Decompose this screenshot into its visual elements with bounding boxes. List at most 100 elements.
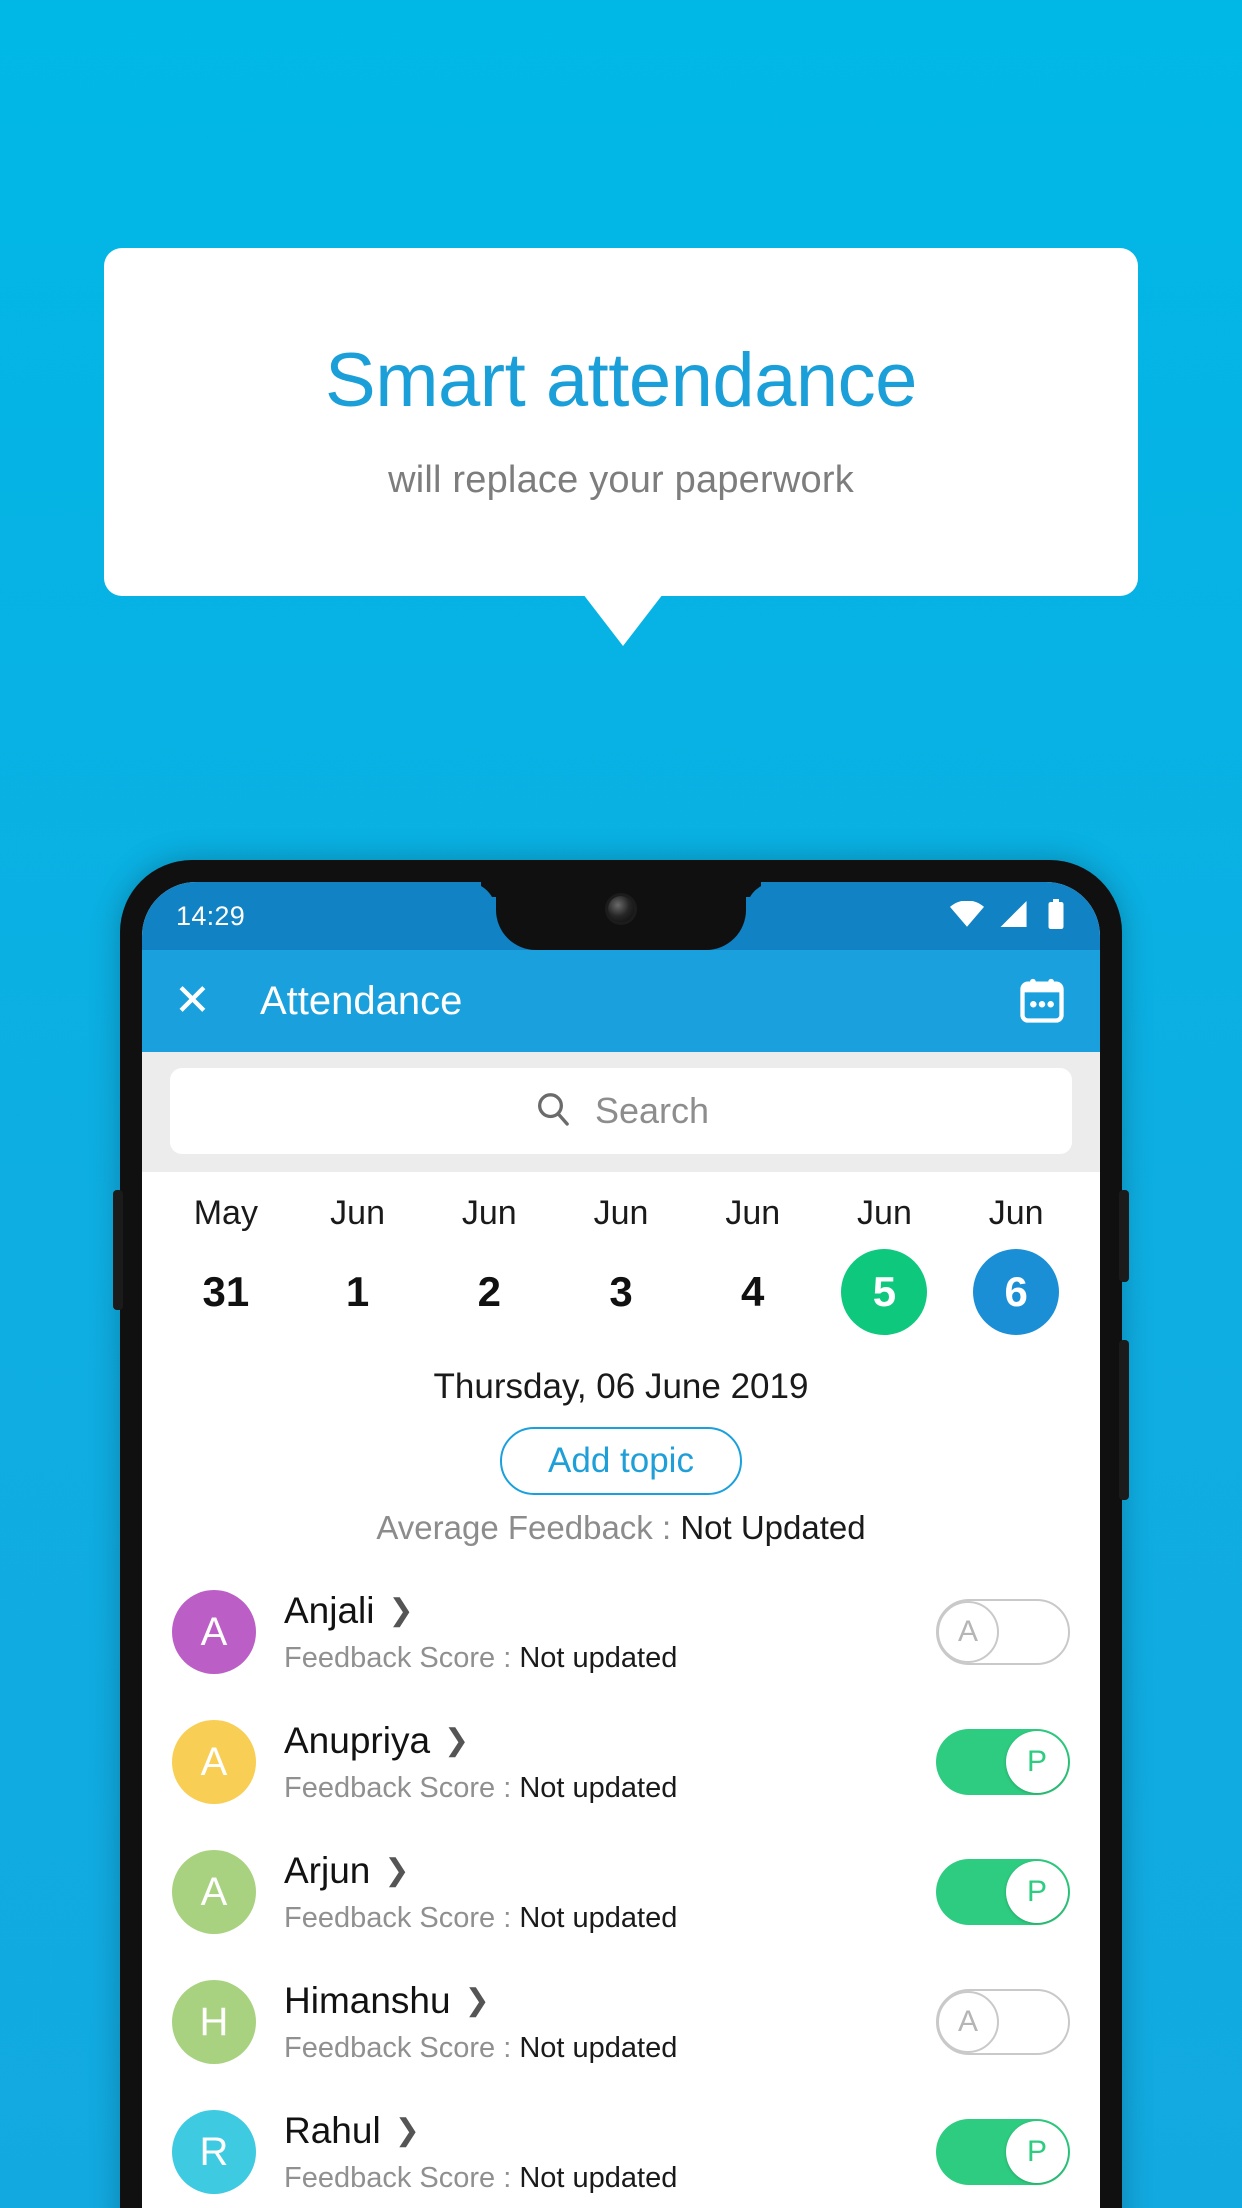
student-info: Anupriya ❯ Feedback Score : Not updated <box>256 1720 936 1805</box>
phone-mockup: 14:29 ✕ Attendance Search May 31 Jun 1 J… <box>113 860 1129 2208</box>
avatar: R <box>172 2110 256 2194</box>
battery-icon <box>1046 898 1066 934</box>
close-icon[interactable]: ✕ <box>174 979 232 1023</box>
promo-bubble-tail <box>583 594 663 646</box>
student-name-row[interactable]: Rahul ❯ <box>284 2110 936 2152</box>
search-input[interactable]: Search <box>170 1068 1072 1154</box>
student-name-row[interactable]: Anjali ❯ <box>284 1590 936 1632</box>
date-month: May <box>193 1194 258 1232</box>
feedback-score-label: Feedback Score : <box>284 2161 520 2194</box>
phone-notch <box>496 882 746 950</box>
date-cell[interactable]: Jun 1 <box>292 1194 424 1335</box>
feedback-score-value: Not updated <box>519 2031 678 2064</box>
wifi-icon <box>950 899 984 932</box>
list-item[interactable]: A Arjun ❯ Feedback Score : Not updated P <box>142 1827 1100 1957</box>
student-list: A Anjali ❯ Feedback Score : Not updated … <box>142 1567 1100 2208</box>
attendance-toggle[interactable]: P <box>936 2119 1070 2185</box>
student-name: Rahul <box>284 2109 381 2151</box>
feedback-score: Feedback Score : Not updated <box>284 1642 936 1675</box>
student-info: Himanshu ❯ Feedback Score : Not updated <box>256 1980 936 2065</box>
app-bar: ✕ Attendance <box>142 950 1100 1052</box>
attendance-toggle[interactable]: A <box>936 1599 1070 1665</box>
feedback-score-label: Feedback Score : <box>284 1901 520 1934</box>
chevron-right-icon[interactable]: ❯ <box>384 1855 409 1886</box>
status-icon-group <box>950 898 1066 934</box>
student-info: Anjali ❯ Feedback Score : Not updated <box>256 1590 936 1675</box>
volume-button <box>1119 1340 1129 1500</box>
feedback-score: Feedback Score : Not updated <box>284 1772 936 1805</box>
feedback-score-value: Not updated <box>519 1641 678 1674</box>
average-feedback-value: Not Updated <box>680 1509 866 1546</box>
student-name-row[interactable]: Arjun ❯ <box>284 1850 936 1892</box>
avatar: H <box>172 1980 256 2064</box>
date-strip: May 31 Jun 1 Jun 2 Jun 3 Jun 4 Jun 5 Jun… <box>142 1172 1100 1345</box>
attendance-toggle[interactable]: P <box>936 1859 1070 1925</box>
student-name: Himanshu <box>284 1979 451 2021</box>
list-item[interactable]: A Anjali ❯ Feedback Score : Not updated … <box>142 1567 1100 1697</box>
search-icon <box>533 1089 573 1134</box>
chevron-right-icon[interactable]: ❯ <box>465 1985 490 2016</box>
feedback-score-label: Feedback Score : <box>284 1641 520 1674</box>
attendance-toggle-knob: A <box>937 1601 999 1663</box>
student-info: Arjun ❯ Feedback Score : Not updated <box>256 1850 936 1935</box>
feedback-score-value: Not updated <box>519 1771 678 1804</box>
attendance-toggle[interactable]: P <box>936 1729 1070 1795</box>
chevron-right-icon[interactable]: ❯ <box>444 1725 469 1756</box>
avatar: A <box>172 1590 256 1674</box>
add-topic-container: Add topic <box>142 1407 1100 1509</box>
power-button <box>1119 1190 1129 1282</box>
date-day: 31 <box>202 1268 250 1315</box>
assistant-button <box>113 1190 123 1310</box>
student-info: Rahul ❯ Feedback Score : Not updated <box>256 2110 936 2195</box>
date-month: Jun <box>330 1194 385 1232</box>
feedback-score: Feedback Score : Not updated <box>284 2032 936 2065</box>
attendance-toggle-knob: P <box>1006 2121 1068 2183</box>
average-feedback: Average Feedback : Not Updated <box>142 1509 1100 1567</box>
date-month: Jun <box>593 1194 649 1232</box>
list-item[interactable]: R Rahul ❯ Feedback Score : Not updated P <box>142 2087 1100 2208</box>
date-month: Jun <box>857 1194 912 1232</box>
chevron-right-icon[interactable]: ❯ <box>389 1595 414 1626</box>
date-cell[interactable]: Jun 4 <box>687 1194 819 1335</box>
date-cell[interactable]: Jun 2 <box>423 1194 555 1335</box>
feedback-score-label: Feedback Score : <box>284 1771 520 1804</box>
chevron-right-icon[interactable]: ❯ <box>395 2115 420 2146</box>
search-placeholder: Search <box>594 1090 710 1131</box>
date-day: 4 <box>741 1268 765 1315</box>
front-camera <box>608 896 634 922</box>
attendance-toggle-knob: A <box>937 1991 999 2053</box>
student-name: Arjun <box>284 1849 371 1891</box>
feedback-score: Feedback Score : Not updated <box>284 1902 936 1935</box>
date-cell-selected[interactable]: Jun 6 <box>950 1194 1082 1335</box>
promo-bubble: Smart attendance will replace your paper… <box>104 248 1138 596</box>
date-cell[interactable]: Jun 5 <box>819 1194 951 1335</box>
avatar: A <box>172 1850 256 1934</box>
date-day: 5 <box>841 1249 928 1335</box>
calendar-icon[interactable] <box>1016 975 1068 1027</box>
student-name-row[interactable]: Himanshu ❯ <box>284 1980 936 2022</box>
attendance-toggle[interactable]: A <box>936 1989 1070 2055</box>
date-cell[interactable]: May 31 <box>160 1194 292 1335</box>
add-topic-button[interactable]: Add topic <box>500 1427 742 1495</box>
signal-icon <box>1000 900 1030 932</box>
student-name: Anupriya <box>284 1719 431 1761</box>
date-day: 3 <box>609 1268 633 1315</box>
list-item[interactable]: H Himanshu ❯ Feedback Score : Not update… <box>142 1957 1100 2087</box>
date-day: 1 <box>345 1268 370 1315</box>
phone-screen: 14:29 ✕ Attendance Search May 31 Jun 1 J… <box>142 882 1100 2208</box>
attendance-toggle-knob: P <box>1006 1861 1068 1923</box>
avatar: A <box>172 1720 256 1804</box>
date-cell[interactable]: Jun 3 <box>555 1194 687 1335</box>
feedback-score-value: Not updated <box>519 2161 678 2194</box>
date-day: 2 <box>477 1268 501 1315</box>
attendance-toggle-knob: P <box>1006 1731 1068 1793</box>
list-item[interactable]: A Anupriya ❯ Feedback Score : Not update… <box>142 1697 1100 1827</box>
status-time: 14:29 <box>176 900 246 931</box>
date-day: 6 <box>973 1249 1060 1335</box>
promo-title: Smart attendance <box>325 337 917 423</box>
average-feedback-label: Average Feedback : <box>376 1509 681 1546</box>
feedback-score: Feedback Score : Not updated <box>284 2162 936 2195</box>
selected-date-label: Thursday, 06 June 2019 <box>433 1367 809 1406</box>
student-name-row[interactable]: Anupriya ❯ <box>284 1720 936 1762</box>
promo-subtitle: will replace your paperwork <box>388 458 854 501</box>
